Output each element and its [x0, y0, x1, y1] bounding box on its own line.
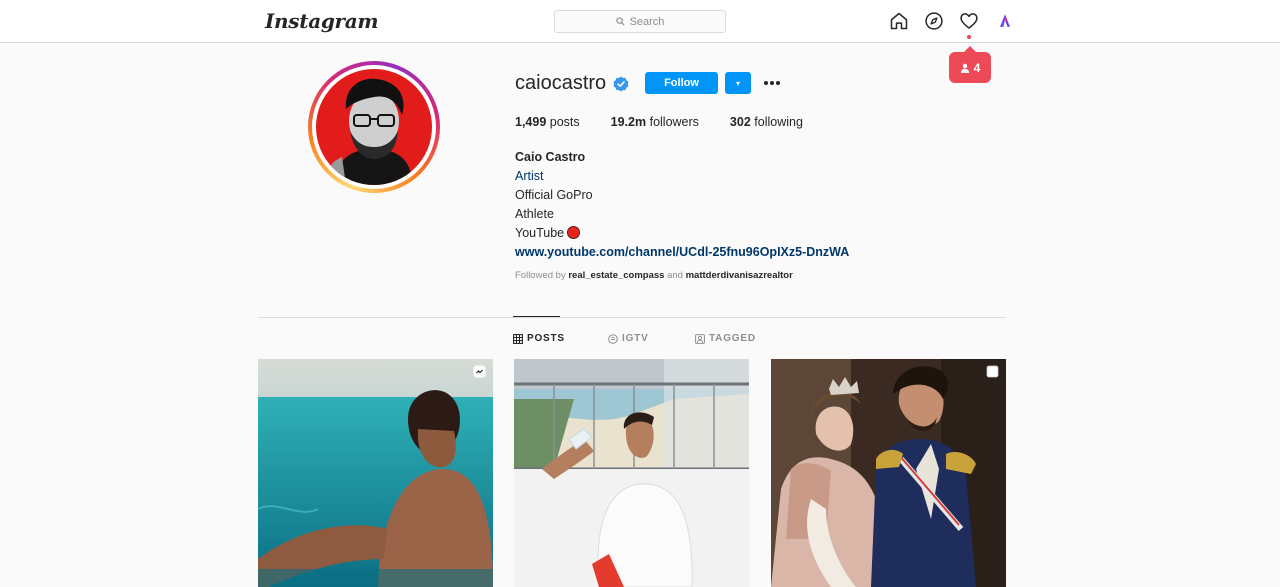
followers-stat[interactable]: 19.2m followers — [611, 115, 699, 129]
home-icon[interactable] — [889, 11, 909, 31]
search-icon — [615, 17, 625, 26]
following-stat[interactable]: 302 following — [730, 115, 803, 129]
notification-count: 4 — [973, 60, 981, 75]
followers-count: 19.2m — [610, 115, 647, 129]
more-options-icon[interactable] — [762, 74, 782, 92]
notification-dot — [967, 35, 971, 39]
tab-posts-label: POSTS — [527, 333, 565, 344]
followed-by-user-2: mattderdivanisazrealtor — [685, 270, 793, 281]
suggestions-dropdown-button[interactable]: ▾ — [725, 72, 751, 94]
top-navbar: Instagram Search — [0, 0, 1280, 43]
reel-icon — [473, 365, 486, 378]
following-label: following — [754, 115, 803, 129]
posts-count: 1,499 — [515, 115, 547, 129]
tab-tagged-label: TAGGED — [709, 333, 756, 344]
follow-request-badge[interactable]: 4 — [949, 46, 991, 83]
post-thumbnail-1[interactable] — [258, 359, 493, 587]
verified-badge-icon — [613, 76, 629, 92]
bio-youtube-text: YouTube — [515, 226, 565, 240]
heart-icon[interactable] — [959, 11, 979, 31]
bio-line-3: YouTube — [515, 224, 849, 243]
profile-username: caiocastro — [515, 72, 607, 94]
posts-label: posts — [549, 115, 580, 129]
tabs-divider — [258, 317, 1006, 318]
followers-label: followers — [649, 115, 699, 129]
followed-by[interactable]: Followed by real_estate_compass and matt… — [515, 270, 793, 281]
bio-website-link[interactable]: www.youtube.com/channel/UCdl-25fnu96OpIX… — [515, 243, 849, 262]
red-circle-emoji-icon — [567, 226, 581, 239]
tab-tagged[interactable]: TAGGED — [695, 333, 756, 344]
instagram-logo[interactable]: Instagram — [265, 9, 379, 33]
bio-line-1: Official GoPro — [515, 188, 593, 202]
tab-igtv[interactable]: IGTV — [608, 333, 649, 344]
search-input[interactable]: Search — [554, 10, 726, 33]
post-thumbnail-3[interactable] — [771, 359, 1006, 587]
followed-by-prefix: Followed by — [515, 270, 566, 281]
bio-line-2: Athlete — [515, 207, 554, 221]
explore-icon[interactable] — [924, 11, 944, 31]
follow-button[interactable]: Follow — [645, 72, 718, 94]
profile-bio: Caio Castro Artist Official GoPro Athlet… — [515, 148, 849, 262]
active-tab-indicator — [513, 316, 560, 317]
followed-by-conj: and — [667, 270, 683, 281]
tab-posts[interactable]: POSTS — [513, 333, 565, 344]
followed-by-user-1: real_estate_compass — [568, 270, 665, 281]
avatar — [316, 69, 432, 185]
igtv-icon — [608, 333, 618, 344]
profile-avatar-icon[interactable] — [995, 11, 1015, 31]
carousel-icon — [986, 365, 999, 378]
following-count: 302 — [729, 115, 751, 129]
search-placeholder: Search — [629, 15, 665, 28]
profile-picture[interactable] — [308, 61, 440, 193]
profile-stats: 1,499 posts 19.2m followers 302 followin… — [515, 115, 834, 129]
tagged-icon — [695, 333, 705, 344]
full-name: Caio Castro — [515, 150, 586, 164]
tab-igtv-label: IGTV — [622, 333, 649, 344]
grid-icon — [513, 333, 523, 344]
profile-category: Artist — [515, 169, 544, 183]
posts-stat: 1,499 posts — [515, 115, 580, 129]
person-icon — [960, 63, 969, 73]
post-thumbnail-2[interactable] — [514, 359, 749, 587]
